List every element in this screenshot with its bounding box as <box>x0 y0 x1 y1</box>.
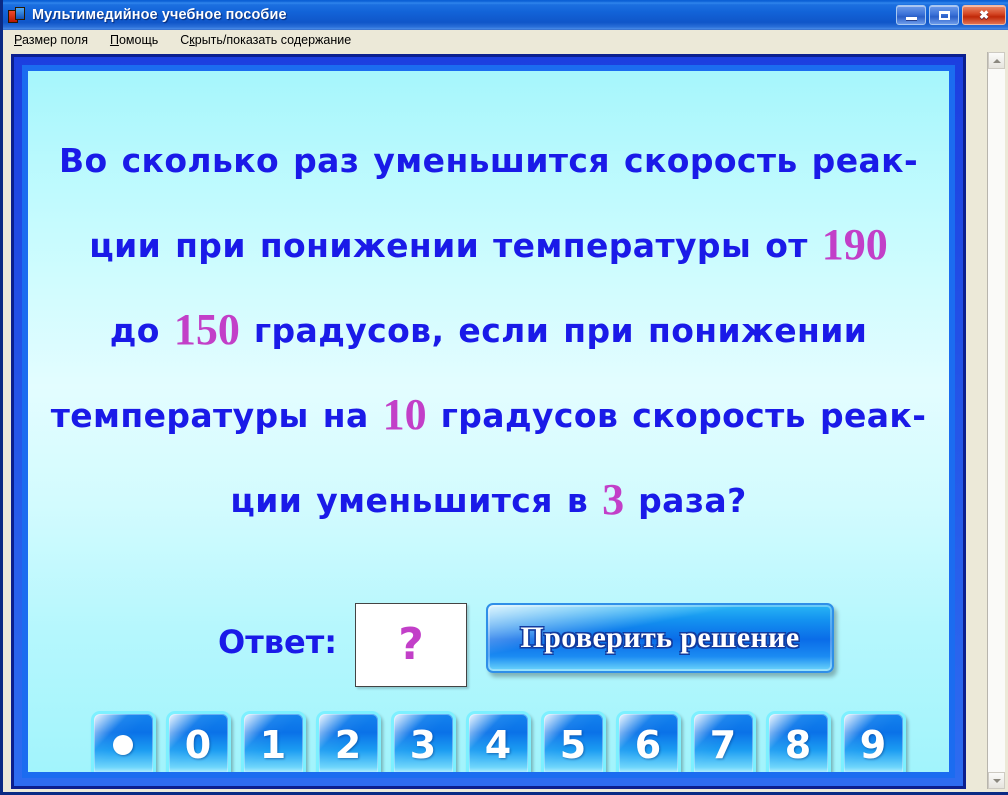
menu-label-help-suffix: омощь <box>119 33 158 47</box>
key-1[interactable]: 1 <box>241 711 306 772</box>
chevron-up-icon <box>993 59 1001 63</box>
question-word: на <box>323 396 369 435</box>
key-4[interactable]: 4 <box>466 711 531 772</box>
key-4-label: 4 <box>485 726 511 764</box>
question-word: уменьшится <box>373 141 610 180</box>
menu-label-toggle-prefix: С <box>180 33 189 47</box>
lesson-frame-mid: Восколькоразуменьшитсяскоростьреак-циипр… <box>14 57 963 786</box>
question-word: раз <box>293 141 359 180</box>
question-word: ции <box>89 226 161 265</box>
vertical-scrollbar[interactable] <box>987 52 1005 789</box>
question-word: градусов, <box>254 311 445 350</box>
question-number: 3 <box>602 475 624 524</box>
question-word: градусов <box>441 396 619 435</box>
question-word: скорость <box>624 141 798 180</box>
question-word: понижении <box>648 311 867 350</box>
question-word: ции <box>230 481 302 520</box>
maximize-button[interactable] <box>929 5 959 25</box>
book-icon <box>8 6 26 24</box>
chevron-down-icon <box>993 779 1001 783</box>
question-word: уменьшится <box>316 481 553 520</box>
key-5[interactable]: 5 <box>541 711 606 772</box>
key-0[interactable]: 0 <box>166 711 231 772</box>
menu-label-toggle-suffix: рыть/показать содержание <box>195 33 351 47</box>
key-3[interactable]: 3 <box>391 711 456 772</box>
answer-label: Ответ: <box>218 623 337 661</box>
key-0-label: 0 <box>185 726 211 764</box>
question-line: ции уменьшится в3 раза? <box>28 458 949 543</box>
question-number: 150 <box>174 305 240 354</box>
lesson-frame: Восколькоразуменьшитсяскоростьреак-циипр… <box>11 54 966 789</box>
question-word: до <box>110 311 160 350</box>
key-3-label: 3 <box>410 726 436 764</box>
window-controls: ✖ <box>896 5 1008 25</box>
key-8[interactable]: 8 <box>766 711 831 772</box>
key-8-label: 8 <box>785 726 811 764</box>
question-word: скорость <box>632 396 806 435</box>
close-icon: ✖ <box>979 9 989 21</box>
question-line: циипри понижении температуры от 190 <box>28 203 949 288</box>
key-7[interactable]: 7 <box>691 711 756 772</box>
answer-value: ? <box>398 623 424 667</box>
scroll-up-button[interactable] <box>988 52 1005 69</box>
question-text: Восколькоразуменьшитсяскоростьреак-циипр… <box>28 119 949 543</box>
key-1-label: 1 <box>260 726 286 764</box>
question-word: при <box>563 311 634 350</box>
question-line: Во сколько раз уменьшится скорость реак- <box>28 119 949 203</box>
minimize-button[interactable] <box>896 5 926 25</box>
question-word: температуры <box>51 396 309 435</box>
answer-row: Ответ: ? Проверить решение <box>28 595 949 705</box>
question-word: понижении <box>260 226 479 265</box>
application-window: Мультимедийное учебное пособие ✖ Размер … <box>0 0 1008 795</box>
question-word: если <box>458 311 549 350</box>
close-button[interactable]: ✖ <box>962 5 1006 25</box>
key-dot[interactable]: • <box>91 711 156 772</box>
menu-label-field-size-suffix: азмер поля <box>22 33 88 47</box>
menu-accel-field-size: Р <box>14 33 22 47</box>
key-2-label: 2 <box>335 726 361 764</box>
lesson-frame-inner: Восколькоразуменьшитсяскоростьреак-циипр… <box>22 65 955 778</box>
question-word: сколько <box>122 141 280 180</box>
minimize-icon <box>906 17 917 20</box>
question-word: в <box>567 481 588 520</box>
scrollbar-track[interactable] <box>988 69 1005 772</box>
menu-accel-help: П <box>110 33 119 47</box>
question-line: температуры на 10 градусов скорость реак- <box>28 373 949 458</box>
title-bar: Мультимедийное учебное пособие ✖ <box>3 0 1008 30</box>
numeric-keypad: • 0 1 2 3 4 5 6 7 8 9 <box>34 711 949 772</box>
question-word: температуры <box>493 226 751 265</box>
question-word: раза? <box>638 481 746 520</box>
question-word: реак- <box>820 396 926 435</box>
question-line: до 150 градусов, еслипри понижении <box>28 288 949 373</box>
menu-item-help[interactable]: Помощь <box>108 32 160 48</box>
key-9[interactable]: 9 <box>841 711 906 772</box>
key-5-label: 5 <box>560 726 586 764</box>
menu-bar: Размер поля Помощь Скрыть/показать содер… <box>6 30 1008 50</box>
check-solution-label: Проверить решение <box>520 621 799 655</box>
question-word: реак- <box>812 141 918 180</box>
question-word: от <box>765 226 808 265</box>
question-word: при <box>175 226 246 265</box>
key-dot-label: • <box>113 735 133 755</box>
lesson-stage: Восколькоразуменьшитсяскоростьреак-циипр… <box>28 71 949 772</box>
key-2[interactable]: 2 <box>316 711 381 772</box>
question-word: Во <box>59 141 108 180</box>
key-7-label: 7 <box>710 726 736 764</box>
maximize-icon <box>939 11 950 20</box>
key-6-label: 6 <box>635 726 661 764</box>
question-number: 190 <box>822 220 888 269</box>
check-solution-button[interactable]: Проверить решение <box>486 603 834 673</box>
scroll-down-button[interactable] <box>988 772 1005 789</box>
menu-item-toggle-content[interactable]: Скрыть/показать содержание <box>178 32 353 48</box>
menu-item-field-size[interactable]: Размер поля <box>12 32 90 48</box>
client-area: Восколькоразуменьшитсяскоростьреак-циипр… <box>6 50 1008 792</box>
key-9-label: 9 <box>860 726 886 764</box>
window-title: Мультимедийное учебное пособие <box>32 7 287 23</box>
question-number: 10 <box>383 390 427 439</box>
key-6[interactable]: 6 <box>616 711 681 772</box>
answer-input[interactable]: ? <box>355 603 467 687</box>
